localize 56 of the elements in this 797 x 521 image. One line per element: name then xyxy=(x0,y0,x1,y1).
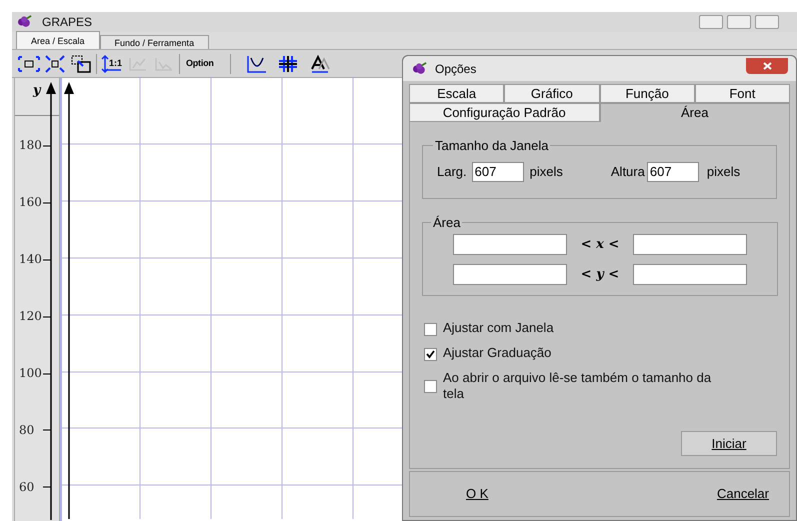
tab[interactable]: Função xyxy=(600,84,695,103)
group-title: Área xyxy=(432,214,462,232)
min-field[interactable] xyxy=(453,234,567,255)
minimize-button[interactable] xyxy=(699,15,723,29)
checkbox-label: Ajustar Graduação xyxy=(443,345,552,361)
width-field[interactable]: 607 xyxy=(472,162,524,182)
tick-label: 120 xyxy=(19,308,42,324)
toolbar-icon[interactable] xyxy=(44,54,66,74)
range-label: < y < xyxy=(580,266,620,284)
tick-label: 80 xyxy=(19,422,34,438)
cancel-button[interactable]: Cancelar xyxy=(716,484,769,504)
close-icon xyxy=(762,62,772,70)
tab[interactable]: Configuração Padrão xyxy=(409,103,600,122)
toolbar-icon[interactable] xyxy=(244,54,267,74)
group-title: Tamanho da Janela xyxy=(434,137,550,155)
checkbox-label: Ao abrir o arquivo lê-se também o tamanho da tela xyxy=(443,370,712,402)
window-title: GRAPES xyxy=(42,14,92,31)
field-label: Larg. xyxy=(437,162,467,181)
maximize-button[interactable] xyxy=(727,15,751,29)
tab[interactable]: Gráfico xyxy=(504,84,600,103)
max-field[interactable] xyxy=(633,234,747,255)
unit-label: pixels xyxy=(706,162,740,181)
close-button[interactable] xyxy=(746,58,788,74)
field-label: Altura xyxy=(610,162,645,181)
grapes-icon xyxy=(411,62,429,76)
tick-label: 160 xyxy=(19,194,42,210)
toolbar-icon[interactable] xyxy=(70,54,92,74)
checkbox[interactable] xyxy=(424,380,437,393)
tab[interactable]: Área xyxy=(600,103,790,122)
min-field[interactable] xyxy=(453,264,567,285)
checkmark-icon xyxy=(426,350,435,359)
ok-button[interactable]: O K xyxy=(466,484,488,504)
tick-label: 60 xyxy=(19,478,34,496)
start-button[interactable]: Iniciar xyxy=(681,431,777,456)
tab[interactable]: Font xyxy=(694,84,790,103)
tick-label: 140 xyxy=(19,250,42,268)
unit-label: pixels xyxy=(530,162,563,181)
toolbar-icon[interactable] xyxy=(18,54,40,74)
axis-label: y xyxy=(33,82,41,100)
checkbox[interactable] xyxy=(424,348,437,361)
toolbar-icon[interactable] xyxy=(276,54,299,74)
toolbar-icon[interactable] xyxy=(308,54,331,74)
checkbox-label: Ajustar com Janela xyxy=(443,320,554,336)
height-field[interactable]: 607 xyxy=(646,162,699,182)
tick-label: 180 xyxy=(19,136,42,154)
checkbox[interactable] xyxy=(424,323,437,336)
dialog-title: Opções xyxy=(435,60,476,78)
tab[interactable]: Fundo / Ferramenta xyxy=(100,35,210,49)
max-field[interactable] xyxy=(633,264,747,285)
option-button[interactable]: Option xyxy=(184,56,216,70)
grapes-icon xyxy=(16,15,34,29)
close-button[interactable] xyxy=(755,15,779,29)
tab[interactable]: Escala xyxy=(409,84,504,103)
range-label: < x < xyxy=(580,236,620,254)
tick-label: 100 xyxy=(19,364,42,382)
tab[interactable]: Area / Escala xyxy=(16,31,100,49)
